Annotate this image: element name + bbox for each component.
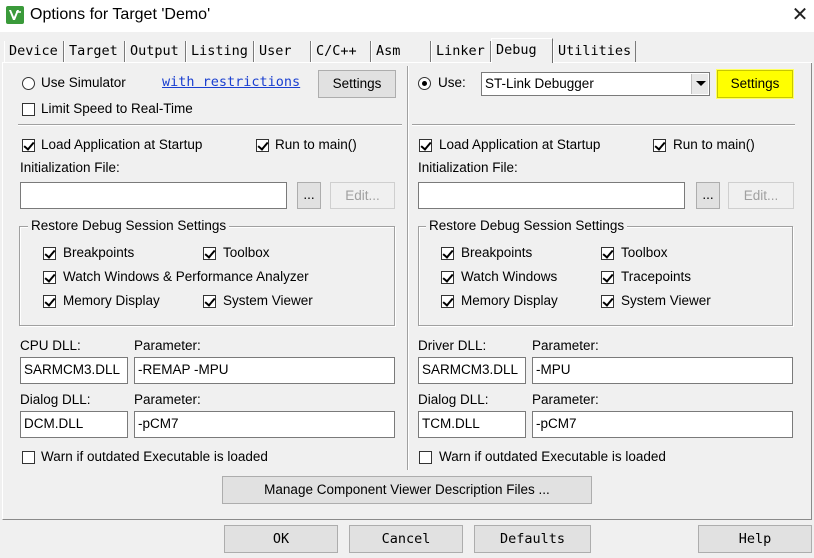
window-title: Options for Target 'Demo' — [30, 6, 211, 23]
left-system-viewer-checkbox[interactable] — [203, 295, 216, 308]
right-dialog-dll-input[interactable]: TCM.DLL — [418, 411, 526, 438]
right-dialog-param-input[interactable]: -pCM7 — [532, 411, 793, 438]
debugger-settings-button[interactable]: Settings — [716, 69, 794, 99]
tab-listing[interactable]: Listing — [186, 41, 254, 62]
debugger-select[interactable]: ST-Link Debugger — [481, 72, 710, 96]
left-toolbox-label: Toolbox — [223, 245, 270, 260]
left-system-viewer-label: System Viewer — [223, 293, 313, 308]
use-label: Use: — [438, 75, 466, 90]
right-system-viewer-checkbox[interactable] — [601, 295, 614, 308]
right-toolbox-label: Toolbox — [621, 245, 668, 260]
right-browse-button[interactable]: ... — [696, 182, 720, 209]
tab-output[interactable]: Output — [125, 41, 186, 62]
simulator-settings-button[interactable]: Settings — [318, 70, 396, 98]
cpu-dll-input[interactable]: SARMCM3.DLL — [20, 357, 128, 384]
left-toolbox-checkbox[interactable] — [203, 247, 216, 260]
cancel-button[interactable]: Cancel — [349, 525, 463, 553]
left-run-to-main-label: Run to main() — [275, 137, 357, 152]
debugger-select-value: ST-Link Debugger — [485, 76, 594, 91]
left-init-file-input[interactable] — [20, 182, 287, 209]
right-param1-label: Parameter: — [532, 338, 599, 353]
left-run-to-main-checkbox[interactable] — [256, 139, 269, 152]
close-icon[interactable]: ✕ — [787, 2, 813, 28]
left-memory-checkbox[interactable] — [43, 295, 56, 308]
driver-dll-input[interactable]: SARMCM3.DLL — [418, 357, 526, 384]
left-watch-checkbox[interactable] — [43, 271, 56, 284]
right-load-app-label: Load Application at Startup — [439, 137, 601, 152]
tab-user[interactable]: User — [254, 41, 311, 62]
left-breakpoints-label: Breakpoints — [63, 245, 135, 260]
with-restrictions-link[interactable]: with restrictions — [162, 74, 300, 90]
left-edit-button[interactable]: Edit... — [330, 182, 395, 209]
left-dialog-dll-label: Dialog DLL: — [20, 392, 91, 407]
left-dialog-dll-input[interactable]: DCM.DLL — [20, 411, 128, 438]
left-restore-title: Restore Debug Session Settings — [28, 218, 230, 233]
left-warn-label: Warn if outdated Executable is loaded — [41, 449, 268, 464]
use-simulator-radio[interactable] — [22, 77, 35, 90]
right-edit-button[interactable]: Edit... — [728, 182, 794, 209]
use-debugger-radio[interactable] — [418, 77, 431, 90]
right-init-file-label: Initialization File: — [418, 160, 518, 175]
left-param1-label: Parameter: — [134, 338, 201, 353]
ok-button[interactable]: OK — [224, 525, 338, 553]
tab-target[interactable]: Target — [64, 41, 125, 62]
driver-dll-label: Driver DLL: — [418, 338, 487, 353]
chevron-down-icon[interactable] — [691, 74, 708, 94]
use-simulator-label: Use Simulator — [41, 75, 126, 90]
tab-debug[interactable]: Debug — [491, 38, 553, 63]
right-warn-checkbox[interactable] — [419, 451, 432, 464]
left-load-app-checkbox[interactable] — [22, 139, 35, 152]
right-init-file-input[interactable] — [418, 182, 685, 209]
driver-dll-param-input[interactable]: -MPU — [532, 357, 793, 384]
right-run-to-main-checkbox[interactable] — [653, 139, 666, 152]
right-memory-checkbox[interactable] — [441, 295, 454, 308]
right-load-app-checkbox[interactable] — [419, 139, 432, 152]
right-restore-title: Restore Debug Session Settings — [426, 218, 628, 233]
left-breakpoints-checkbox[interactable] — [43, 247, 56, 260]
left-separator — [18, 124, 402, 126]
right-watch-checkbox[interactable] — [441, 271, 454, 284]
tab-device[interactable]: Device — [4, 41, 64, 62]
tab-utilities[interactable]: Utilities — [553, 41, 636, 62]
keil-app-icon — [6, 6, 24, 24]
left-browse-button[interactable]: ... — [297, 182, 321, 209]
left-dialog-param-input[interactable]: -pCM7 — [134, 411, 395, 438]
cpu-dll-label: CPU DLL: — [20, 338, 81, 353]
right-memory-label: Memory Display — [461, 293, 558, 308]
right-param2-label: Parameter: — [532, 392, 599, 407]
defaults-button[interactable]: Defaults — [474, 525, 591, 553]
right-toolbox-checkbox[interactable] — [601, 247, 614, 260]
limit-speed-checkbox[interactable] — [22, 103, 35, 116]
left-param2-label: Parameter: — [134, 392, 201, 407]
right-warn-label: Warn if outdated Executable is loaded — [439, 449, 666, 464]
limit-speed-label: Limit Speed to Real-Time — [41, 101, 193, 116]
right-dialog-dll-label: Dialog DLL: — [418, 392, 489, 407]
tab-linker[interactable]: Linker — [431, 41, 491, 62]
right-separator — [412, 124, 795, 126]
manage-component-viewer-button[interactable]: Manage Component Viewer Description File… — [222, 476, 592, 504]
right-watch-label: Watch Windows — [461, 269, 558, 284]
right-run-to-main-label: Run to main() — [673, 137, 755, 152]
column-divider — [407, 66, 409, 470]
right-breakpoints-checkbox[interactable] — [441, 247, 454, 260]
left-load-app-label: Load Application at Startup — [41, 137, 203, 152]
tab-baseline — [2, 62, 812, 63]
help-button[interactable]: Help — [698, 525, 812, 553]
cpu-dll-param-input[interactable]: -REMAP -MPU — [134, 357, 395, 384]
right-system-viewer-label: System Viewer — [621, 293, 711, 308]
tab-c-cpp[interactable]: C/C++ — [311, 41, 371, 62]
left-memory-label: Memory Display — [63, 293, 160, 308]
left-init-file-label: Initialization File: — [20, 160, 120, 175]
left-watch-label: Watch Windows & Performance Analyzer — [63, 269, 309, 284]
right-tracepoints-label: Tracepoints — [621, 269, 692, 284]
right-breakpoints-label: Breakpoints — [461, 245, 533, 260]
right-tracepoints-checkbox[interactable] — [601, 271, 614, 284]
left-warn-checkbox[interactable] — [22, 451, 35, 464]
tab-asm[interactable]: Asm — [371, 41, 431, 62]
